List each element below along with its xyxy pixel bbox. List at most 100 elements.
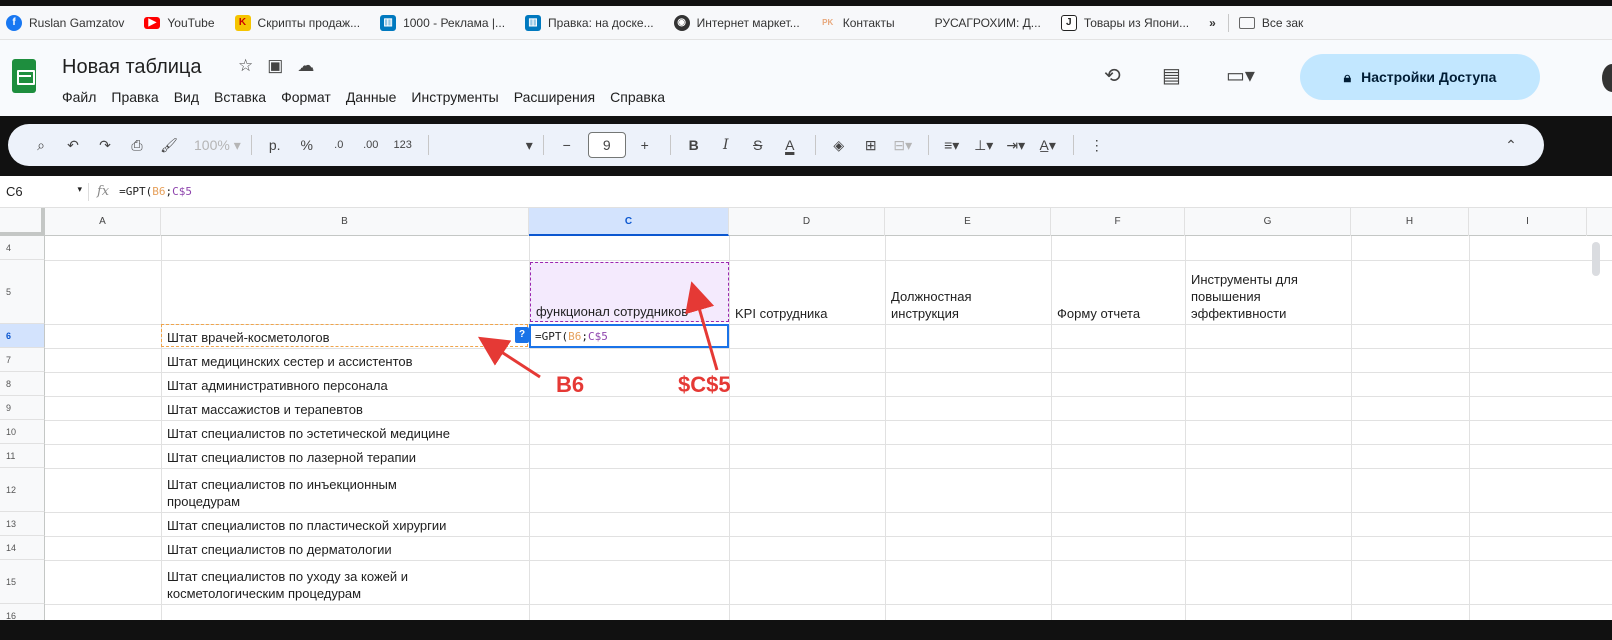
more-options-icon[interactable]: ⋮ [1082, 131, 1112, 159]
menu-data[interactable]: Данные [346, 89, 397, 105]
bookmark-1000[interactable]: ▥ 1000 - Реклама |... [380, 14, 505, 31]
history-icon[interactable]: ⟲ [1104, 63, 1121, 88]
column-header-e[interactable]: E [885, 208, 1051, 236]
currency-format-button[interactable]: р. [260, 131, 290, 159]
text-rotation-icon[interactable]: A̲▾ [1033, 131, 1063, 159]
align-vertical-icon[interactable]: ⊥▾ [969, 131, 999, 159]
cell-b13[interactable]: Штат специалистов по пластической хирург… [161, 512, 529, 536]
active-cell-c6-editor[interactable]: =GPT(B6;C$5 [529, 324, 729, 348]
bookmarks-more-button[interactable]: » [1209, 16, 1216, 30]
share-button[interactable]: 🔒︎ Настройки Доступа [1300, 54, 1540, 100]
bookmark-scripts[interactable]: K Скрипты продаж... [234, 14, 360, 31]
row-header[interactable]: 11 [0, 444, 45, 468]
select-all-corner[interactable] [0, 208, 45, 236]
bookmark-pravka[interactable]: ▥ Правка: на доске... [525, 14, 654, 31]
cell-c5[interactable]: функционал сотрудников [530, 262, 729, 322]
formula-help-icon[interactable]: ? [515, 327, 529, 343]
italic-button[interactable]: I [711, 131, 741, 159]
row-header[interactable]: 8 [0, 372, 45, 396]
bookmark-ruslan[interactable]: f Ruslan Gamzatov [6, 14, 124, 31]
row-header[interactable]: 14 [0, 536, 45, 560]
search-icon[interactable]: ⌕ [26, 131, 56, 159]
bookmark-japan[interactable]: J Товары из Япони... [1060, 14, 1189, 31]
move-folder-icon[interactable]: ▣ [267, 56, 283, 76]
align-horizontal-icon[interactable]: ≡▾ [937, 131, 967, 159]
text-color-button[interactable]: A [775, 131, 805, 159]
print-icon[interactable]: ⎙ [122, 131, 152, 159]
cell-b11[interactable]: Штат специалистов по лазерной терапии [161, 444, 529, 468]
column-header-g[interactable]: G [1185, 208, 1351, 236]
star-icon[interactable]: ☆ [238, 56, 253, 76]
bookmark-internet[interactable]: ◉ Интернет маркет... [673, 14, 800, 31]
menu-format[interactable]: Формат [281, 89, 331, 105]
font-family-select[interactable]: ▾ [437, 131, 533, 159]
strikethrough-button[interactable]: S [743, 131, 773, 159]
cell-b12[interactable]: Штат специалистов по инъекционным процед… [161, 468, 461, 512]
cell-b14[interactable]: Штат специалистов по дерматологии [161, 536, 529, 560]
cell-b9[interactable]: Штат массажистов и терапевтов [161, 396, 529, 420]
cell-e5[interactable]: Должностная инструкция [885, 260, 1035, 324]
menu-view[interactable]: Вид [174, 89, 199, 105]
column-header-b[interactable]: B [161, 208, 529, 236]
vertical-scrollbar[interactable] [1592, 242, 1600, 276]
sheets-logo-icon[interactable] [12, 59, 36, 93]
avatar[interactable] [1602, 64, 1612, 92]
bookmark-youtube[interactable]: ▶ YouTube [144, 16, 215, 30]
name-box[interactable]: C6 ▾ [0, 184, 88, 199]
cell-b8[interactable]: Штат административного персонала [161, 372, 529, 396]
column-header-f[interactable]: F [1051, 208, 1185, 236]
cell-f5[interactable]: Форму отчета [1051, 260, 1185, 324]
row-header[interactable]: 13 [0, 512, 45, 536]
row-header[interactable]: 6 [0, 324, 45, 348]
undo-icon[interactable]: ↶ [58, 131, 88, 159]
comments-icon[interactable]: ▤ [1162, 63, 1181, 88]
row-header[interactable]: 9 [0, 396, 45, 420]
zoom-select[interactable]: 100% ▾ [194, 131, 241, 159]
decrease-decimal-button[interactable]: .0 [324, 131, 354, 159]
cell-b7[interactable]: Штат медицинских сестер и ассистентов [161, 348, 529, 372]
bookmark-contacts[interactable]: PK Контакты [820, 15, 894, 31]
merge-cells-icon[interactable]: ⊟▾ [888, 131, 918, 159]
row-header[interactable]: 4 [0, 236, 45, 260]
font-size-input[interactable]: 9 [587, 132, 626, 158]
number-format-button[interactable]: 123 [388, 131, 418, 159]
column-header-i[interactable]: I [1469, 208, 1587, 236]
row-header[interactable]: 5 [0, 260, 45, 324]
font-size-increase-button[interactable]: + [630, 131, 660, 159]
increase-decimal-button[interactable]: .00 [356, 131, 386, 159]
menu-help[interactable]: Справка [610, 89, 665, 105]
bookmark-folder-all[interactable]: Все зак [1238, 16, 1303, 30]
menu-insert[interactable]: Вставка [214, 89, 266, 105]
row-header[interactable]: 10 [0, 420, 45, 444]
column-header-h[interactable]: H [1351, 208, 1469, 236]
cell-b15[interactable]: Штат специалистов по уходу за кожей и ко… [161, 560, 471, 604]
font-size-decrease-button[interactable]: − [552, 131, 582, 159]
menu-tools[interactable]: Инструменты [411, 89, 498, 105]
bookmark-rusagrohim[interactable]: РУСАГРОХИМ: Д... [935, 16, 1041, 30]
row-header[interactable]: 12 [0, 468, 45, 512]
column-header-d[interactable]: D [729, 208, 885, 236]
menu-edit[interactable]: Правка [111, 89, 158, 105]
collapse-toolbar-icon[interactable]: ⌃ [1496, 131, 1526, 159]
cell-d5[interactable]: KPI сотрудника [729, 260, 885, 324]
formula-input[interactable]: =GPT(B6;C$5 [119, 185, 192, 198]
redo-icon[interactable]: ↷ [90, 131, 120, 159]
bold-button[interactable]: B [679, 131, 709, 159]
cell-b10[interactable]: Штат специалистов по эстетической медици… [161, 420, 529, 444]
column-header-a[interactable]: A [45, 208, 161, 236]
paint-format-icon[interactable]: 🖌︎ [154, 131, 184, 159]
menu-file[interactable]: Файл [62, 89, 96, 105]
row-header[interactable]: 15 [0, 560, 45, 604]
menu-extensions[interactable]: Расширения [514, 89, 595, 105]
row-header[interactable]: 16 [0, 604, 45, 620]
text-wrap-icon[interactable]: ⇥▾ [1001, 131, 1031, 159]
cloud-status-icon[interactable]: ☁ [297, 56, 314, 76]
meet-icon[interactable]: ▭▾ [1226, 63, 1255, 88]
percent-format-button[interactable]: % [292, 131, 322, 159]
fill-color-icon[interactable]: ◈ [824, 131, 854, 159]
row-header[interactable]: 7 [0, 348, 45, 372]
document-title[interactable]: Новая таблица [62, 56, 202, 79]
column-header-c[interactable]: C [529, 208, 729, 236]
borders-icon[interactable]: ⊞ [856, 131, 886, 159]
cell-g5[interactable]: Инструменты для повышения эффективности [1185, 260, 1335, 324]
